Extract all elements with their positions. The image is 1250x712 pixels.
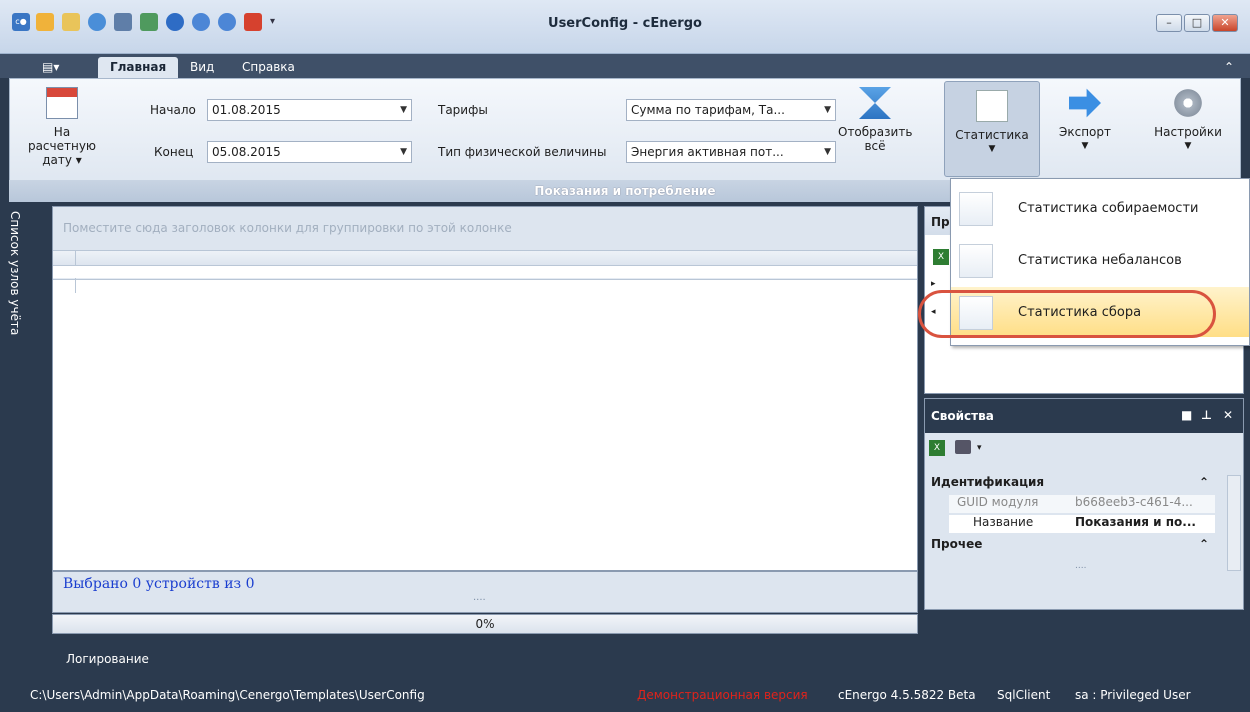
tariffs-value: Сумма по тарифам, Та...	[631, 103, 785, 117]
category-other[interactable]: Прочее ⌃	[925, 537, 1215, 555]
arrow-right-icon	[1069, 88, 1101, 118]
name-value: Показания и по...	[1075, 515, 1196, 529]
node-list-tab[interactable]: Список узлов учёта	[2, 205, 22, 365]
status-bar: C:\Users\Admin\AppData\Roaming\Cenergo\T…	[0, 676, 1250, 712]
grid-filter-divider	[75, 278, 76, 293]
log-tab[interactable]: Логирование	[66, 652, 149, 666]
export-button[interactable]: Экспорт ▼	[1050, 87, 1120, 153]
statistics-icon	[976, 90, 1008, 122]
ribbon-tabs: ▤▾ Главная Вид Справка ⌃	[0, 54, 1250, 78]
chevron-down-icon: ▼	[1184, 141, 1192, 151]
tab-home[interactable]: Главная	[98, 57, 179, 78]
guid-row[interactable]: GUID модуля b668eeb3-c461-4...	[949, 495, 1215, 513]
status-demo: Демонстрационная версия	[637, 688, 808, 702]
menu-item-imbalance-stats[interactable]: Статистика небалансов	[951, 235, 1249, 285]
title-bar: c● ▾ UserConfig - cEnergo – □ ✕	[0, 0, 1250, 54]
menu-item-collection-stats[interactable]: Статистика собираемости	[951, 183, 1249, 233]
status-db: SqlClient	[997, 688, 1051, 702]
grid-header-row[interactable]	[53, 251, 917, 266]
percent-pencil-icon	[959, 244, 993, 278]
tariffs-label: Тарифы	[438, 103, 488, 117]
show-all-icon	[859, 87, 891, 119]
status-path: C:\Users\Admin\AppData\Roaming\Cenergo\T…	[30, 688, 425, 702]
group-panel[interactable]: Поместите сюда заголовок колонки для гру…	[53, 207, 917, 251]
gear-icon	[1172, 87, 1204, 119]
statistics-label: Статистика	[955, 128, 1029, 142]
chevron-down-icon: ▼	[824, 105, 831, 115]
excel-icon[interactable]: X	[929, 440, 945, 456]
app-window: c● ▾ UserConfig - cEnergo – □ ✕ ▤▾ Главн…	[0, 0, 1250, 712]
grid-header-divider	[75, 251, 76, 266]
phys-type-combo[interactable]: Энергия активная пот... ▼	[626, 141, 836, 163]
chevron-down-icon: ▼	[400, 105, 407, 115]
app-menu-icon[interactable]: ▤▾	[30, 57, 71, 78]
name-label: Название	[973, 515, 1034, 529]
selected-count: Выбрано 0 устройств из 0	[63, 576, 255, 592]
tab-help[interactable]: Справка	[230, 57, 307, 78]
category-identification[interactable]: Идентификация ⌃	[925, 475, 1215, 493]
category-label: Прочее	[931, 537, 983, 551]
tariffs-combo[interactable]: Сумма по тарифам, Та... ▼	[626, 99, 836, 121]
highlight-ring	[918, 290, 1216, 338]
export-label: Экспорт	[1058, 125, 1112, 139]
end-date-combo[interactable]: 05.08.2015 ▼	[207, 141, 412, 163]
chevron-up-icon: ⌃	[1198, 475, 1209, 489]
statistics-button[interactable]: Статистика ▼	[944, 81, 1040, 177]
guid-value: b668eeb3-c461-4...	[1075, 495, 1193, 509]
chevron-down-icon: ▼	[1081, 141, 1089, 151]
grid-footer: Выбрано 0 устройств из 0 ....	[52, 571, 918, 613]
properties-panel: Свойства ■ ⊥ ✕ X ▾ Идентификация ⌃ GUID …	[924, 398, 1244, 610]
chart-pencil-icon	[959, 192, 993, 226]
ribbon: На расчетную дату ▾ Начало 01.08.2015 ▼ К…	[9, 78, 1241, 184]
tab-view[interactable]: Вид	[178, 57, 226, 78]
properties-toolbar: X ▾	[925, 433, 1243, 463]
phys-type-label: Тип физической величины	[438, 145, 607, 159]
float-icon[interactable]: ■	[1181, 408, 1192, 422]
properties-title: Свойства	[931, 409, 994, 423]
show-all-button[interactable]: Отобразить всё	[838, 87, 912, 153]
menu-item-label: Статистика небалансов	[1018, 253, 1182, 268]
excel-icon[interactable]: X	[933, 249, 949, 265]
scrollbar[interactable]	[1227, 475, 1241, 571]
calc-date-label: На расчетную дату ▾	[27, 125, 97, 167]
close-button[interactable]: ✕	[1212, 14, 1238, 32]
menu-item-label: Статистика собираемости	[1018, 201, 1199, 216]
grid-filter-row[interactable]	[53, 266, 917, 293]
settings-label: Настройки	[1154, 125, 1222, 139]
print-icon[interactable]	[955, 440, 971, 454]
calendar-icon	[46, 87, 78, 119]
chevron-down-icon: ▼	[400, 147, 407, 157]
status-version: cEnergo 4.5.5822 Beta	[838, 688, 976, 702]
chevron-down-icon: ▼	[988, 144, 996, 154]
properties-header: Свойства ■ ⊥ ✕	[925, 399, 1243, 433]
splitter-gripper[interactable]: ....	[1075, 561, 1086, 571]
close-panel-icon[interactable]: ✕	[1223, 408, 1233, 422]
start-label: Начало	[150, 103, 196, 117]
calc-date-button[interactable]: На расчетную дату ▾	[18, 87, 106, 167]
settings-button[interactable]: Настройки ▼	[1148, 87, 1228, 153]
pin-icon[interactable]: ⊥	[1201, 408, 1212, 422]
phys-type-value: Энергия активная пот...	[631, 145, 784, 159]
status-user: sa : Privileged User	[1075, 688, 1191, 702]
collapse-ribbon-icon[interactable]: ⌃	[1212, 57, 1246, 78]
name-row[interactable]: Название Показания и по...	[949, 515, 1215, 533]
start-date-combo[interactable]: 01.08.2015 ▼	[207, 99, 412, 121]
expand-icon[interactable]: ▸	[931, 279, 936, 289]
progress-bar: 0%	[52, 614, 918, 634]
chevron-down-icon: ▼	[824, 147, 831, 157]
chevron-up-icon: ⌃	[1198, 537, 1209, 551]
show-all-label: Отобразить всё	[838, 125, 913, 153]
data-grid[interactable]: Поместите сюда заголовок колонки для гру…	[52, 206, 918, 571]
maximize-button[interactable]: □	[1184, 14, 1210, 32]
end-label: Конец	[154, 145, 194, 159]
toolbar-dropdown-icon[interactable]: ▾	[977, 443, 982, 453]
guid-label: GUID модуля	[957, 495, 1039, 509]
start-date-value: 01.08.2015	[212, 103, 281, 117]
category-label: Идентификация	[931, 475, 1045, 489]
window-title: UserConfig - cEnergo	[548, 16, 702, 31]
splitter-gripper[interactable]: ....	[473, 592, 486, 603]
end-date-value: 05.08.2015	[212, 145, 281, 159]
minimize-button[interactable]: –	[1156, 14, 1182, 32]
